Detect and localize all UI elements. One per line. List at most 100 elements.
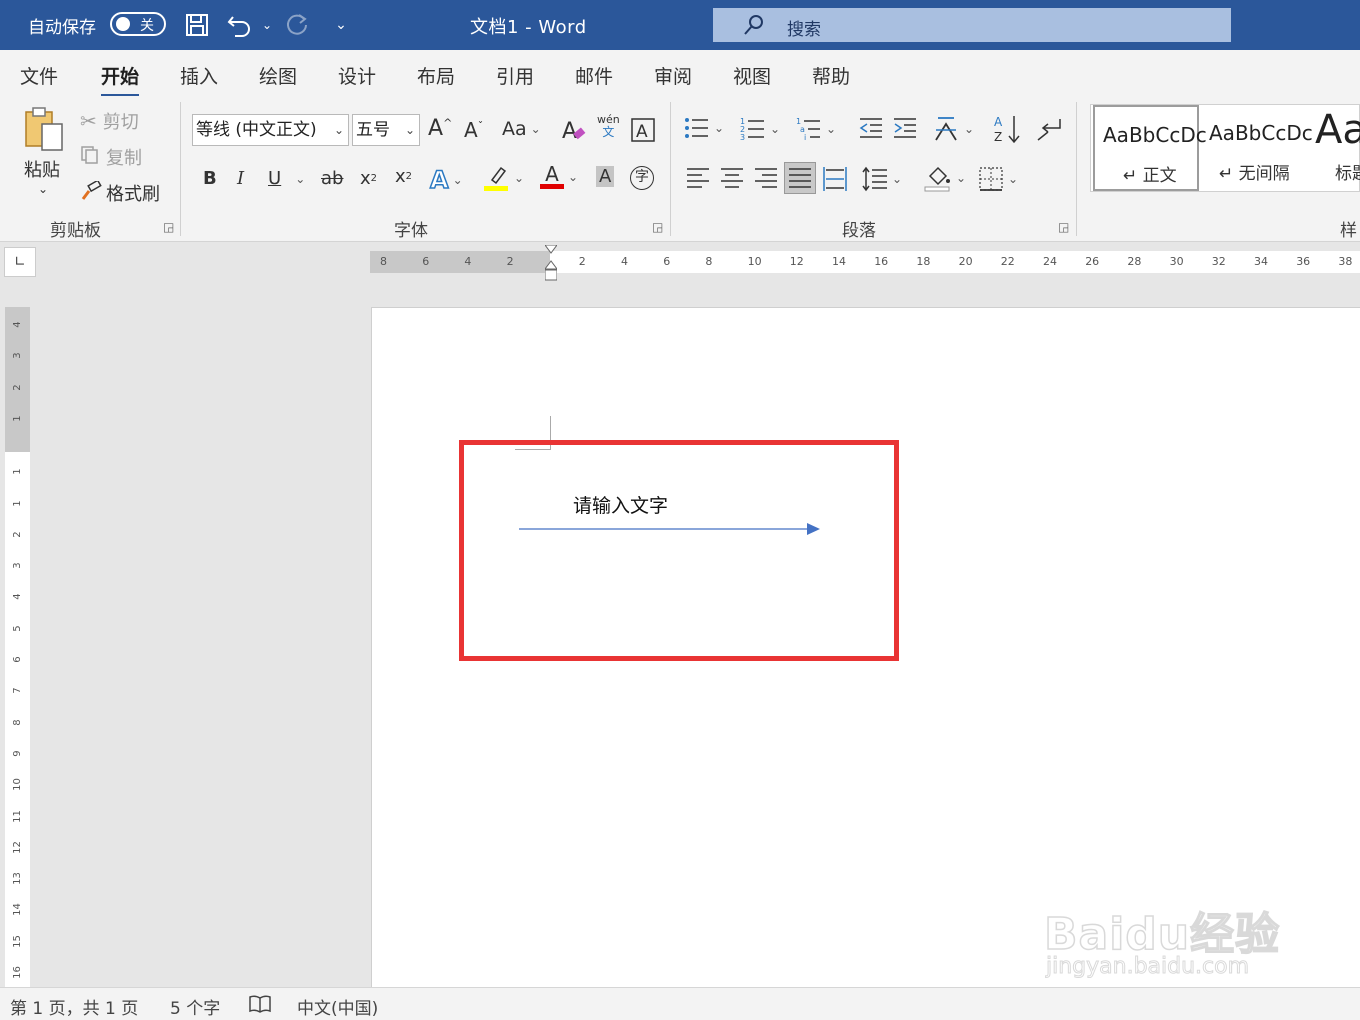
clear-formatting-button[interactable]: A [560,116,588,144]
cut-label: 剪切 [102,112,139,133]
ruler-tick: 24 [1043,255,1057,268]
ruler-tick: 14 [12,903,23,917]
style-heading[interactable]: Aa 标题 [1311,105,1360,191]
increase-indent-button[interactable] [892,116,918,140]
style-sample: AaBbCcDc [1209,121,1313,145]
customize-qat-icon[interactable]: ⌄ [326,10,356,40]
character-shading-button[interactable]: A [596,166,615,187]
superscript-button[interactable]: x2 [395,166,412,187]
copy-button[interactable]: 复制 [80,144,142,170]
autosave-toggle[interactable]: 关 [110,12,166,36]
align-left-button[interactable] [686,166,710,190]
bold-button[interactable]: B [203,168,217,189]
undo-dropdown-icon[interactable]: ⌄ [252,10,282,40]
tab-draw[interactable]: 绘图 [259,62,297,89]
decrease-indent-button[interactable] [858,116,884,140]
arrow-shape[interactable] [517,518,827,540]
undo-icon[interactable] [225,10,255,40]
group-divider [1076,102,1077,236]
tab-view[interactable]: 视图 [733,62,771,89]
svg-text:Z: Z [994,130,1002,144]
ruler-tick: 1 [12,415,23,422]
search-box[interactable]: 搜索 [713,8,1231,42]
tab-review[interactable]: 审阅 [654,62,692,89]
textbox-text[interactable]: 请输入文字 [573,491,668,518]
justify-button[interactable] [784,162,816,194]
borders-button[interactable]: ⌄ [978,166,1018,192]
font-launcher-icon[interactable]: ◲ [652,220,663,234]
word-count[interactable]: 5 个字 [170,994,220,1019]
justify-icon [789,168,811,188]
ruler-tick: 32 [1211,255,1226,268]
grow-font-button[interactable]: A^ [428,116,452,141]
ruler-tick: 1 [12,468,23,475]
change-case-label: Aa [502,118,527,140]
tab-file[interactable]: 文件 [20,62,58,89]
tab-design[interactable]: 设计 [338,62,376,89]
highlight-button[interactable]: ⌄ [484,164,524,192]
style-normal[interactable]: AaBbCcDc ↵ 正文 [1093,105,1207,191]
sort-button[interactable]: AZ [994,114,1022,144]
tab-references[interactable]: 引用 [496,62,534,89]
align-right-button[interactable] [754,166,778,190]
chinese-layout-button[interactable]: ⌄ [932,116,974,142]
style-no-spacing[interactable]: AaBbCcDc ↵ 无间隔 [1201,105,1313,191]
font-name-value: 等线 (中文正文) [196,120,317,140]
distributed-button[interactable] [822,166,848,192]
style-name: 标题 [1335,164,1360,184]
shrink-font-button[interactable]: Aˇ [464,118,483,142]
language-indicator[interactable]: 中文(中国) [297,994,378,1019]
phonetic-guide-button[interactable]: wén 文 [597,114,620,139]
page-count[interactable]: 第 1 页，共 1 页 [10,994,138,1019]
save-icon[interactable] [182,10,212,40]
enclose-characters-button[interactable]: 字 [630,166,654,190]
chevron-down-icon: ⌄ [568,169,579,184]
paste-button[interactable] [22,106,66,154]
indent-marker[interactable] [545,245,557,281]
cut-button[interactable]: ✂ 剪切 [80,108,139,134]
paragraph-launcher-icon[interactable]: ◲ [1058,220,1069,234]
sort-icon: AZ [994,115,1020,144]
tab-help[interactable]: 帮助 [812,62,850,89]
chevron-down-icon: ⌄ [826,122,837,136]
redo-icon[interactable] [282,10,312,40]
format-painter-button[interactable]: 格式刷 [80,178,160,206]
tab-layout[interactable]: 布局 [417,62,455,89]
shading-button[interactable]: ⌄ [924,164,966,192]
bullets-button[interactable]: ⌄ [684,116,724,140]
ruler-tick: 15 [12,934,23,948]
ruler-tick: 3 [12,352,23,359]
subscript-button[interactable]: x2 [360,168,377,189]
italic-button[interactable]: I [237,168,244,189]
underline-label: U [268,168,282,189]
clipboard-launcher-icon[interactable]: ◲ [163,220,174,234]
superscript-label: x [395,166,406,187]
change-case-button[interactable]: Aa ⌄ [502,118,541,140]
show-marks-button[interactable] [1036,116,1064,142]
ruler-left-margin [370,251,550,273]
paste-label[interactable]: 粘贴 [24,156,60,182]
underline-button[interactable]: U ⌄ [268,168,305,189]
tab-home[interactable]: 开始 [101,62,140,97]
strikethrough-button[interactable]: ab [321,168,343,189]
tab-selector[interactable]: ∟ [4,247,36,277]
read-mode-icon[interactable] [248,994,272,1019]
font-size-combo[interactable]: 五号 ⌄ [352,114,420,146]
font-name-combo[interactable]: 等线 (中文正文) ⌄ [192,114,349,146]
text-effects-button[interactable]: A ⌄ [429,165,462,195]
paste-dropdown-icon[interactable]: ⌄ [38,182,48,196]
tab-mailings[interactable]: 邮件 [575,62,613,89]
numbering-button[interactable]: 123 ⌄ [740,116,780,142]
align-center-button[interactable] [720,166,744,190]
chevron-down-icon: ⌄ [514,171,525,185]
horizontal-ruler[interactable]: 8 6 4 2 2 4 6 8 10 12 14 16 18 20 22 24 26 28 30 32 34 36 38 [370,251,1360,273]
font-color-button[interactable]: A ⌄ [540,164,578,189]
vertical-ruler[interactable]: 432111234567891011121314151617 [5,307,30,987]
line-spacing-button[interactable]: ⌄ [862,166,902,192]
paintbrush-icon [80,178,102,206]
text-effects-label: A [429,165,449,195]
tab-insert[interactable]: 插入 [180,62,218,89]
character-border-button[interactable]: A [631,118,655,142]
paragraph-group-label: 段落 [842,221,876,241]
multilevel-list-button[interactable]: 1ai ⌄ [796,116,836,142]
